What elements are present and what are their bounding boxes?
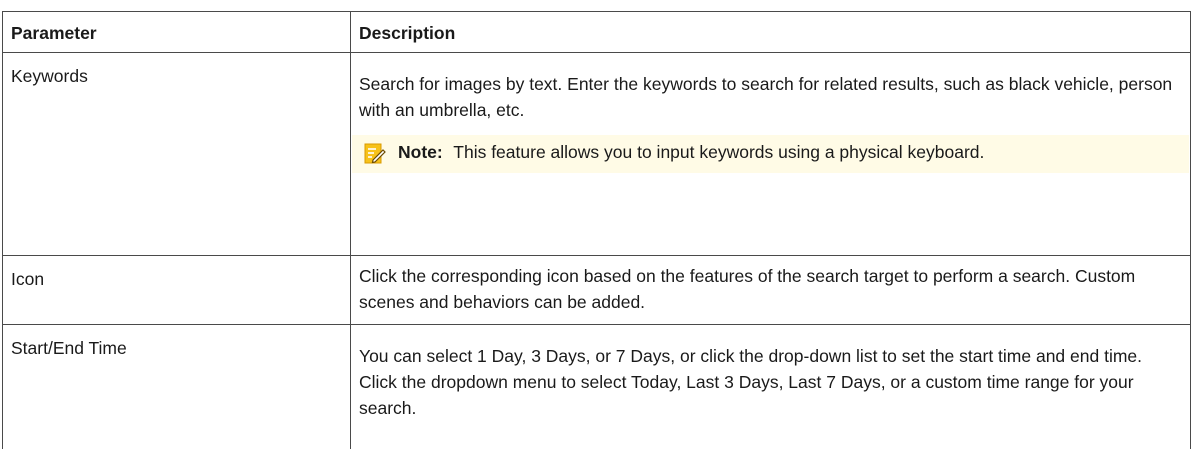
parameter-cell: Icon [2, 255, 351, 325]
description-cell: Search for images by text. Enter the key… [350, 52, 1191, 256]
table-row: Keywords Search for images by text. Ente… [2, 52, 1191, 256]
parameter-table: Parameter Description Keywords Search fo… [2, 11, 1191, 449]
table-row: Start/End Time You can select 1 Day, 3 D… [2, 324, 1191, 449]
parameter-name-keywords: Keywords [11, 66, 88, 86]
description-cell: Click the corresponding icon based on th… [350, 255, 1191, 325]
description-start-end-time: You can select 1 Day, 3 Days, or 7 Days,… [359, 346, 1143, 418]
description-content: Click the corresponding icon based on th… [351, 256, 1190, 315]
description-keywords: Search for images by text. Enter the key… [359, 74, 1173, 120]
table-header-row: Parameter Description [2, 11, 1191, 53]
description-icon: Click the corresponding icon based on th… [359, 266, 1136, 312]
description-cell: You can select 1 Day, 3 Days, or 7 Days,… [350, 324, 1191, 449]
header-description: Description [350, 11, 1191, 53]
parameter-name-start-end-time: Start/End Time [11, 338, 127, 358]
note-label: Note: [398, 142, 443, 162]
header-parameter: Parameter [2, 11, 351, 53]
table-row: Icon Click the corresponding icon based … [2, 255, 1191, 325]
description-content: You can select 1 Day, 3 Days, or 7 Days,… [351, 325, 1190, 421]
parameter-cell: Start/End Time [2, 324, 351, 449]
parameter-cell: Keywords [2, 52, 351, 256]
parameter-table-container: Parameter Description Keywords Search fo… [2, 11, 1191, 449]
note-pencil-icon [364, 143, 386, 164]
description-content: Search for images by text. Enter the key… [351, 53, 1190, 173]
note-box: Note: This feature allows you to input k… [352, 135, 1189, 173]
parameter-name-icon: Icon [11, 269, 45, 289]
note-text: Note: This feature allows you to input k… [398, 139, 1179, 165]
note-body: This feature allows you to input keyword… [453, 142, 985, 162]
